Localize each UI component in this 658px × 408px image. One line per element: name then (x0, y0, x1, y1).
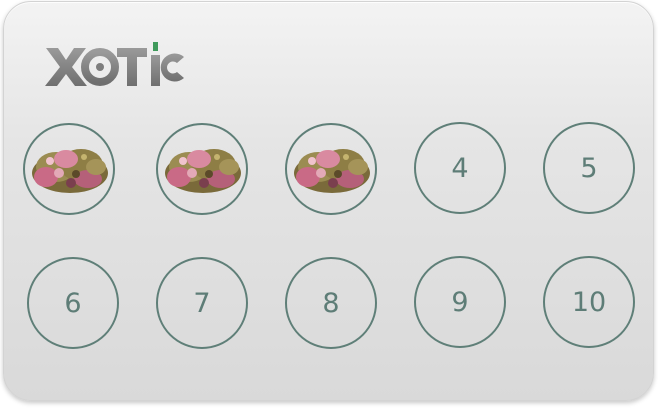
slot-number: 8 (322, 287, 340, 319)
slot-number: 6 (64, 287, 82, 319)
punch-slot-6[interactable]: 6 (27, 257, 119, 349)
xotic-logo (44, 38, 186, 92)
slot-number: 7 (193, 287, 211, 319)
slot-number: 10 (571, 286, 607, 318)
punch-slot-1[interactable] (23, 123, 115, 215)
slot-number: 4 (451, 152, 469, 184)
punch-slot-5[interactable]: 5 (543, 122, 635, 214)
punch-slot-3[interactable] (285, 123, 377, 215)
slot-number: 5 (580, 152, 598, 184)
xotic-logo-wordmark (45, 42, 184, 86)
cannabis-bud-icon (32, 149, 108, 193)
punch-slot-8[interactable]: 8 (285, 257, 377, 349)
slot-number: 9 (451, 286, 469, 318)
punch-slot-10[interactable]: 10 (543, 256, 635, 348)
punch-slot-2[interactable] (156, 123, 248, 215)
punch-card: 4 5 6 7 8 9 10 (3, 1, 654, 401)
punch-slot-4[interactable]: 4 (414, 122, 506, 214)
punch-slot-9[interactable]: 9 (414, 256, 506, 348)
punch-slot-7[interactable]: 7 (156, 257, 248, 349)
cannabis-bud-icon (294, 149, 370, 193)
cannabis-bud-icon (165, 149, 241, 193)
